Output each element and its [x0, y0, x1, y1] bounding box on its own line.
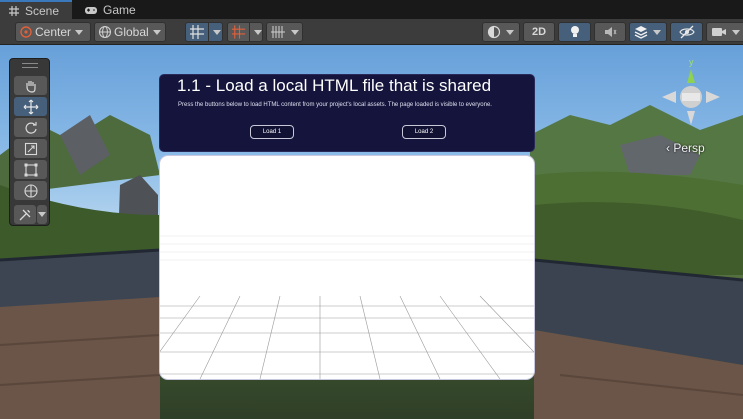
- chevron-down-icon: [653, 29, 661, 35]
- globe-icon: [98, 25, 112, 39]
- audio-mute-icon: [605, 27, 617, 37]
- tab-scene[interactable]: Scene: [0, 0, 72, 19]
- tab-scene-label: Scene: [25, 3, 60, 18]
- rect-transform-icon: [24, 163, 37, 176]
- camera-icon: [712, 28, 726, 36]
- rotate-icon: [24, 121, 37, 134]
- pivot-rotation-label: Global: [114, 25, 149, 39]
- pivot-mode-dropdown[interactable]: Center: [15, 22, 91, 42]
- move-tool-button[interactable]: [14, 97, 47, 116]
- tools-wrench-icon: [19, 209, 31, 220]
- rect-tool-button[interactable]: [14, 160, 47, 179]
- camera-settings-dropdown[interactable]: [706, 22, 743, 42]
- 2d-mode-label: 2D: [531, 26, 547, 38]
- pivot-mode-label: Center: [35, 25, 72, 39]
- scale-icon: [24, 142, 37, 155]
- chevron-down-icon: [254, 29, 262, 35]
- load-1-label: Load 1: [262, 129, 282, 135]
- projection-label[interactable]: ‹ Persp: [666, 141, 705, 155]
- rotate-tool-button[interactable]: [14, 118, 47, 137]
- layers-icon: [634, 26, 648, 39]
- transform-tool-button[interactable]: [14, 181, 47, 200]
- custom-tools-dropdown[interactable]: [37, 205, 47, 224]
- html-loader-panel: 1.1 - Load a local HTML file that is sha…: [160, 75, 534, 151]
- scene-viewport[interactable]: y ‹ Persp 1.1 - Load a local HTML file t…: [0, 45, 743, 419]
- shading-mode-dropdown[interactable]: [482, 22, 520, 42]
- grid-lines-icon: [271, 26, 285, 38]
- hand-tool-button[interactable]: [14, 76, 47, 95]
- axis-y-label: y: [689, 57, 694, 67]
- chevron-down-icon: [291, 29, 299, 35]
- chevron-down-icon: [152, 29, 161, 35]
- grid-snap-icon: [190, 25, 204, 39]
- load-1-button[interactable]: Load 1: [250, 125, 294, 139]
- panel-title: 1.1 - Load a local HTML file that is sha…: [177, 76, 492, 95]
- pivot-rotation-dropdown[interactable]: Global: [94, 22, 166, 42]
- projection-text: Persp: [673, 141, 705, 155]
- audio-toggle[interactable]: [594, 22, 626, 42]
- increment-snap-toggle[interactable]: [227, 22, 263, 42]
- transform-tools-panel: [9, 58, 50, 226]
- effects-dropdown[interactable]: [629, 22, 667, 42]
- hash-grid-icon: [9, 5, 19, 16]
- perspective-grid: [160, 235, 534, 379]
- grid-snap-toggle[interactable]: [185, 22, 223, 42]
- drag-handle[interactable]: [22, 63, 38, 68]
- scene-orientation-gizmo[interactable]: y: [658, 53, 724, 135]
- move-arrows-icon: [23, 99, 38, 114]
- custom-tools-button[interactable]: [14, 205, 36, 224]
- snap-increment-icon: [231, 25, 246, 39]
- chevron-down-icon: [506, 29, 514, 35]
- shading-sphere-icon: [487, 25, 501, 39]
- transform-gizmo-icon: [23, 183, 38, 198]
- grid-visibility-dropdown[interactable]: [266, 22, 303, 42]
- hand-icon: [25, 80, 36, 93]
- web-view-panel[interactable]: [160, 156, 534, 379]
- load-2-label: Load 2: [414, 129, 434, 135]
- chevron-left-icon: ‹: [666, 141, 670, 155]
- pivot-center-icon: [20, 26, 32, 38]
- lightbulb-icon: [570, 26, 579, 37]
- gamepad-icon: [85, 6, 97, 14]
- scale-tool-button[interactable]: [14, 139, 47, 158]
- editor-tab-strip: Scene Game: [0, 0, 743, 19]
- lighting-toggle[interactable]: [558, 22, 591, 42]
- chevron-down-icon: [75, 29, 84, 35]
- hidden-objects-toggle[interactable]: [670, 22, 703, 42]
- panel-description: Press the buttons below to load HTML con…: [178, 102, 492, 108]
- chevron-down-icon: [38, 212, 46, 217]
- chevron-down-icon: [213, 29, 221, 35]
- scene-toolbar: Center Global 2D: [0, 19, 743, 45]
- tab-game[interactable]: Game: [76, 0, 144, 19]
- eye-slash-icon: [678, 25, 695, 39]
- tab-game-label: Game: [103, 2, 136, 17]
- load-2-button[interactable]: Load 2: [402, 125, 446, 139]
- chevron-down-icon: [732, 29, 740, 35]
- 2d-mode-toggle[interactable]: 2D: [523, 22, 555, 42]
